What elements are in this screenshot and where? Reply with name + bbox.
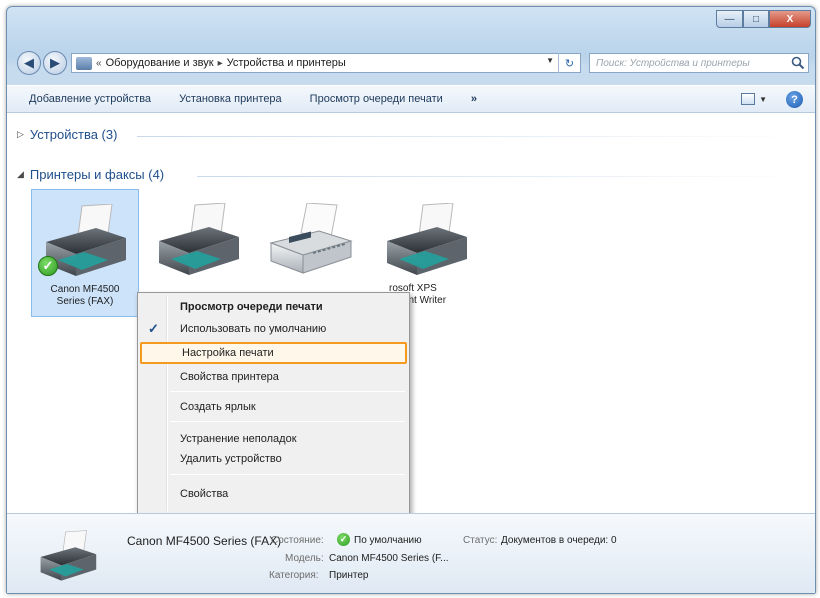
close-button[interactable]: X (769, 10, 811, 28)
menu-item-printing-preferences[interactable]: Настройка печати (140, 342, 407, 364)
printer-icon (159, 203, 239, 275)
group-divider (137, 136, 807, 137)
control-panel-icon (76, 56, 92, 70)
search-icon[interactable] (791, 56, 805, 70)
help-button[interactable]: ? (786, 91, 803, 108)
default-printer-check-icon: ✓ (38, 256, 58, 276)
menu-item-printer-properties[interactable]: Свойства принтера (140, 366, 407, 388)
chevron-down-icon: ▼ (759, 94, 767, 104)
search-placeholder: Поиск: Устройства и принтеры (596, 57, 750, 69)
printer-name-line2: Series (FAX) (56, 296, 114, 307)
details-category-value: Принтер (329, 570, 369, 581)
see-print-queue-button[interactable]: Просмотр очереди печати (310, 93, 443, 105)
forward-arrow-icon: ▶ (50, 55, 60, 70)
breadcrumb-hardware-sound[interactable]: Оборудование и звук (106, 57, 214, 69)
view-icon (741, 93, 756, 105)
menu-item-label: Использовать по умолчанию (180, 323, 327, 335)
menu-item-label: Просмотр очереди печати (180, 301, 323, 313)
menu-item-label: Устранение неполадок (180, 433, 297, 445)
details-model-value: Canon MF4500 Series (F... (329, 553, 449, 564)
expand-arrow-icon: ▷ (17, 129, 24, 139)
explorer-window: — □ X ◀ ▶ « Оборудование и звук ▸ Устрой… (6, 6, 816, 594)
details-state-value: По умолчанию (354, 535, 422, 546)
details-pane: Canon MF4500 Series (FAX) Состояние: ✓ П… (7, 513, 815, 593)
breadcrumb-devices-printers[interactable]: Устройства и принтеры (227, 57, 346, 69)
caption-buttons: — □ X (716, 10, 811, 28)
menu-item-label: Удалить устройство (180, 453, 282, 465)
printer-icon (387, 203, 467, 275)
views-button[interactable]: ▼ (741, 93, 767, 105)
menu-item-remove-device[interactable]: Удалить устройство (140, 448, 407, 470)
menu-item-label: Свойства принтера (180, 371, 279, 383)
menu-separator (170, 391, 405, 392)
address-bar[interactable]: « Оборудование и звук ▸ Устройства и при… (71, 53, 581, 73)
menu-item-create-shortcut[interactable]: Создать ярлык (140, 396, 407, 418)
menu-separator (170, 474, 405, 475)
menu-item-properties[interactable]: Свойства (140, 483, 407, 505)
fax-icon (269, 203, 353, 274)
group-devices-label: Устройства (3) (29, 127, 118, 142)
more-commands-button[interactable]: » (471, 93, 477, 105)
breadcrumb-overflow[interactable]: « (96, 58, 102, 69)
add-printer-button[interactable]: Установка принтера (179, 93, 282, 105)
menu-item-label: Настройка печати (182, 347, 274, 359)
printer-icon (40, 530, 97, 581)
minimize-button[interactable]: — (716, 10, 743, 28)
printer-canon-mf4500-fax[interactable]: ✓ Canon MF4500 Series (FAX) (31, 189, 139, 317)
group-printers-header[interactable]: ◢ Принтеры и факсы (4) (17, 167, 164, 182)
breadcrumb-separator[interactable]: ▸ (218, 58, 223, 69)
context-menu: Просмотр очереди печати ✓ Использовать п… (137, 292, 410, 514)
search-input[interactable]: Поиск: Устройства и принтеры (589, 53, 809, 73)
printer-label: Canon MF4500 Series (FAX) (32, 284, 138, 308)
group-printers-label: Принтеры и факсы (4) (29, 167, 165, 182)
back-arrow-icon: ◀ (24, 55, 34, 70)
navigation-row: ◀ ▶ « Оборудование и звук ▸ Устройства и… (13, 51, 809, 75)
maximize-button[interactable]: □ (743, 10, 769, 28)
details-model-label: Модель: (285, 553, 324, 564)
details-status-label: Статус: (463, 535, 498, 546)
menu-item-label: Свойства (180, 488, 229, 500)
menu-item-troubleshoot[interactable]: Устранение неполадок (140, 428, 407, 450)
menu-item-set-default[interactable]: ✓ Использовать по умолчанию (140, 318, 407, 340)
refresh-button[interactable]: ↻ (558, 53, 580, 73)
printer-name-line1: Canon MF4500 (50, 284, 120, 295)
group-devices-header[interactable]: ▷ Устройства (3) (17, 127, 117, 142)
checkmark-icon: ✓ (148, 321, 159, 336)
details-device-name: Canon MF4500 Series (FAX) (127, 534, 282, 548)
details-category-label: Категория: (269, 570, 319, 581)
back-button[interactable]: ◀ (17, 51, 41, 75)
command-bar: Добавление устройства Установка принтера… (7, 85, 815, 113)
menu-item-see-print-queue[interactable]: Просмотр очереди печати (140, 296, 407, 318)
forward-button[interactable]: ▶ (43, 51, 67, 75)
menu-item-label: Создать ярлык (180, 401, 256, 413)
menu-separator (170, 421, 405, 422)
group-divider (197, 176, 807, 177)
collapse-arrow-icon: ◢ (17, 169, 24, 179)
chevron-down-icon[interactable]: ▼ (546, 56, 554, 65)
details-status-value: Документов в очереди: 0 (501, 535, 617, 546)
ok-status-icon: ✓ (337, 533, 350, 546)
devices-pane: ▷ Устройства (3) ◢ Принтеры и факсы (4) … (7, 113, 815, 513)
add-device-button[interactable]: Добавление устройства (29, 93, 151, 105)
details-state-label: Состояние: (271, 535, 324, 546)
